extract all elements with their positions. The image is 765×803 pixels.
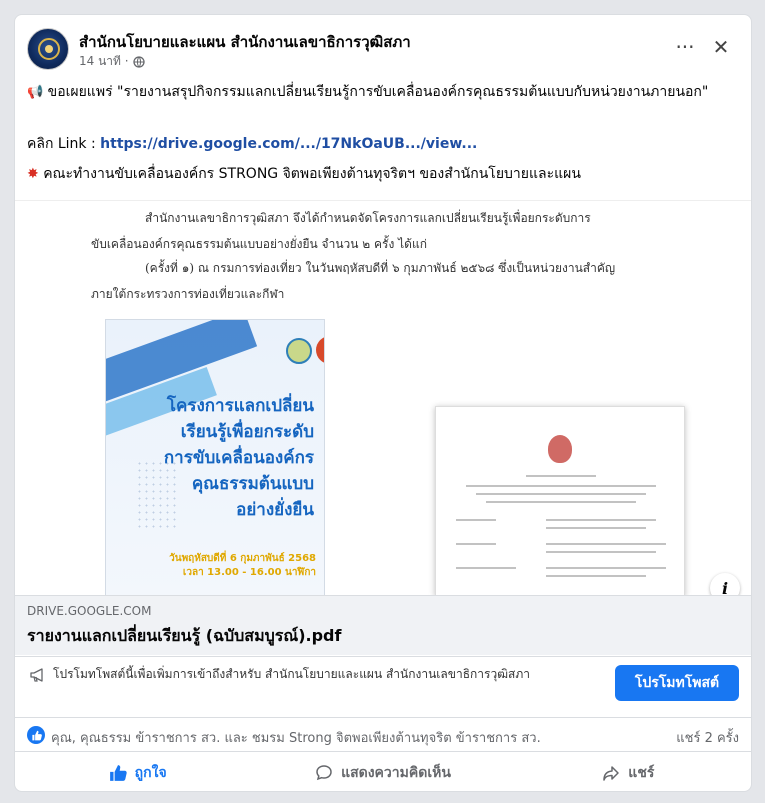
- more-options-icon[interactable]: ···: [671, 33, 699, 61]
- doc-line: สำนักงานเลขาธิการวุฒิสภา จึงได้กำหนดจัดโ…: [145, 211, 591, 225]
- post-text-line1: 📢 ขอเผยแพร่ "รายงานสรุปกิจกรรมแลกเปลี่ยน…: [27, 82, 739, 103]
- megaphone-emoji-icon: 📢: [27, 85, 44, 100]
- link-label: คลิก Link :: [27, 136, 96, 152]
- post-time[interactable]: 14 นาที ·: [79, 52, 129, 71]
- promote-bar: โปรโมทโพสต์นี้เพื่อเพิ่มการเข้าถึงสำหรับ…: [15, 656, 751, 716]
- page-avatar[interactable]: [27, 28, 69, 70]
- doc-line: ขับเคลื่อนองค์กรคุณธรรมต้นแบบอย่างยั่งยื…: [91, 237, 427, 251]
- poster-title-line: เรียนรู้เพื่อยกระดับ: [180, 422, 314, 442]
- senate-logo-icon: [316, 336, 324, 364]
- poster-title-line: คุณธรรมต้นแบบ: [191, 474, 314, 494]
- thumbs-up-icon: [109, 764, 127, 781]
- share-arrow-icon: [603, 765, 620, 781]
- comment-button[interactable]: แสดงความคิดเห็น: [260, 752, 505, 791]
- post-text-team: คณะทำงานขับเคลื่อนองค์กร STRONG จิตพอเพี…: [43, 166, 581, 182]
- link-title[interactable]: รายงานแลกเปลี่ยนเรียนรู้ (ฉบับสมบูรณ์).p…: [27, 624, 341, 649]
- page-name[interactable]: สำนักนโยบายและแผน สำนักงานเลขาธิการวุฒิส…: [79, 30, 411, 54]
- poster-title-line: โครงการแลกเปลี่ยน: [166, 396, 314, 416]
- promote-text: โปรโมทโพสต์นี้เพื่อเพิ่มการเข้าถึงสำหรับ…: [53, 667, 531, 681]
- like-button[interactable]: ถูกใจ: [15, 752, 260, 791]
- share-count[interactable]: แชร์ 2 ครั้ง: [676, 727, 739, 748]
- post-text-link-line: คลิก Link : https://drive.google.com/...…: [27, 134, 739, 155]
- poster-date: วันพฤหัสบดีที่ 6 กุมภาพันธ์ 2568 เวลา 13…: [169, 552, 316, 580]
- poster-title-line: การขับเคลื่อนองค์กร: [163, 448, 314, 468]
- drive-link[interactable]: https://drive.google.com/.../17NkOaUB...…: [100, 136, 477, 152]
- share-label: แชร์: [628, 764, 655, 781]
- document-page: [435, 406, 685, 595]
- comment-icon: [316, 764, 332, 780]
- post-meta: 14 นาที ·: [79, 52, 145, 71]
- poster-time-text: เวลา 13.00 - 16.00 นาฬิกา: [182, 567, 316, 578]
- poster-title-line: อย่างยั่งยืน: [236, 500, 314, 520]
- tourism-logo-icon: [286, 338, 312, 364]
- link-preview-image[interactable]: สำนักงานเลขาธิการวุฒิสภา จึงได้กำหนดจัดโ…: [15, 200, 751, 595]
- link-domain: DRIVE.GOOGLE.COM: [27, 604, 152, 618]
- comment-label: แสดงความคิดเห็น: [341, 764, 451, 781]
- poster-date-text: วันพฤหัสบดีที่ 6 กุมภาพันธ์ 2568: [169, 553, 316, 564]
- doc-line: (ครั้งที่ ๑) ณ กรมการท่องเที่ยว ในวันพฤห…: [145, 261, 616, 275]
- post-header: สำนักนโยบายและแผน สำนักงานเลขาธิการวุฒิส…: [15, 15, 751, 75]
- link-card-footer[interactable]: DRIVE.GOOGLE.COM รายงานแลกเปลี่ยนเรียนรู…: [15, 595, 751, 655]
- share-button[interactable]: แชร์: [506, 752, 751, 791]
- like-label: ถูกใจ: [134, 764, 167, 781]
- like-reaction-icon[interactable]: [27, 726, 45, 744]
- project-poster: โครงการแลกเปลี่ยน เรียนรู้เพื่อยกระดับ ก…: [105, 319, 325, 595]
- reaction-names[interactable]: คุณ, คุณธรรม ข้าราชการ สว. และ ชมรม Stro…: [51, 727, 541, 748]
- megaphone-icon: [30, 668, 43, 682]
- facebook-post: สำนักนโยบายและแผน สำนักงานเลขาธิการวุฒิส…: [14, 14, 752, 792]
- action-bar: ถูกใจ แสดงความคิดเห็น แชร์: [15, 751, 751, 791]
- post-text-line3: ✸ คณะทำงานขับเคลื่อนองค์กร STRONG จิตพอเ…: [27, 164, 739, 185]
- promote-post-button[interactable]: โปรโมทโพสต์: [615, 665, 739, 701]
- close-icon[interactable]: ✕: [707, 33, 735, 61]
- globe-icon: [132, 55, 145, 68]
- doc-line: ภายใต้กระทรวงการท่องเที่ยวและกีฬา: [91, 287, 285, 301]
- post-text-announce: ขอเผยแพร่ "รายงานสรุปกิจกรรมแลกเปลี่ยนเร…: [47, 84, 709, 100]
- sparkle-emoji-icon: ✸: [27, 166, 39, 182]
- reactions-bar: คุณ, คุณธรรม ข้าราชการ สว. และ ชมรม Stro…: [15, 717, 751, 751]
- garuda-seal-icon: [548, 435, 572, 463]
